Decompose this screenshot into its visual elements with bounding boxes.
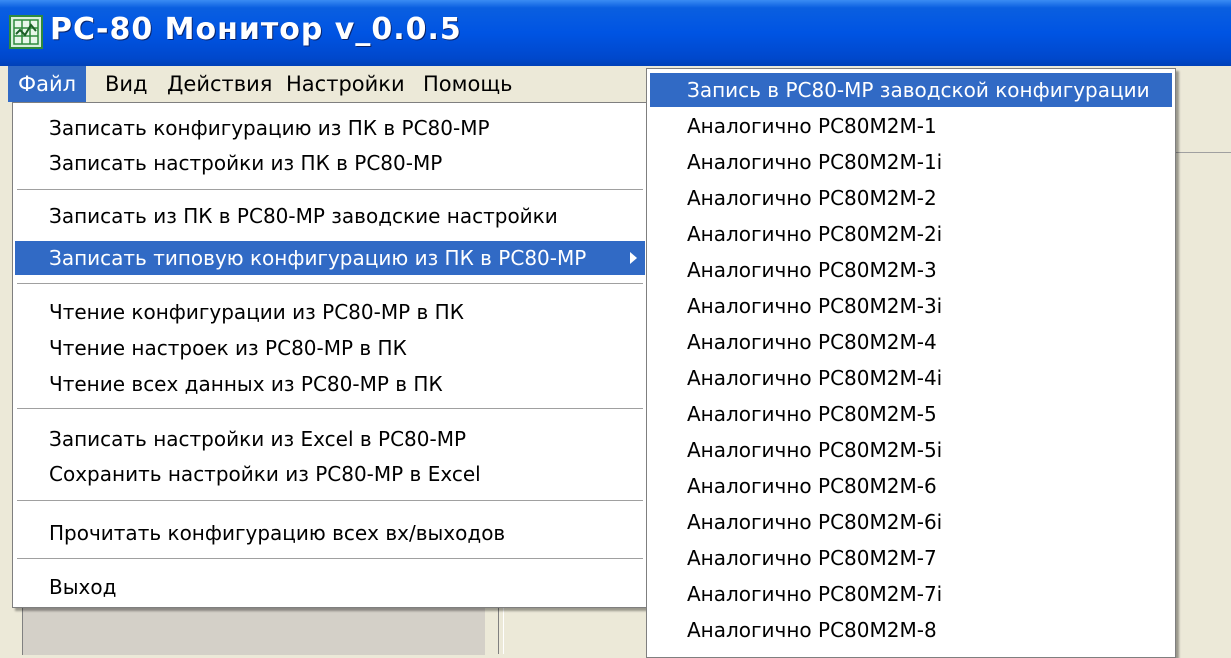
menu-separator: [17, 558, 643, 559]
submenu-item[interactable]: Аналогично РС80М2М-1i: [650, 145, 1172, 179]
menu-item-write-typical-config[interactable]: Записать типовую конфигурацию из ПК в РС…: [15, 241, 645, 275]
menu-item-import-excel[interactable]: Записать настройки из Excel в РС80-МР: [15, 422, 645, 456]
menu-help[interactable]: Помощь: [413, 66, 523, 102]
submenu-item[interactable]: Аналогично РС80М2М-5: [650, 397, 1172, 431]
submenu-item[interactable]: Аналогично РС80М2М-4: [650, 325, 1172, 359]
menu-view[interactable]: Вид: [95, 66, 158, 102]
submenu-item[interactable]: Аналогично РС80М2М-2: [650, 181, 1172, 215]
menu-item-write-config[interactable]: Записать конфигурацию из ПК в РС80-МР: [15, 111, 645, 145]
menu-separator: [17, 408, 643, 409]
submenu-item[interactable]: Аналогично РС80М2М-3i: [650, 289, 1172, 323]
title-bar[interactable]: РС-80 Монитор v_0.0.5: [0, 0, 1231, 66]
menu-item-read-io-config[interactable]: Прочитать конфигурацию всех вх/выходов: [15, 516, 645, 550]
submenu-item[interactable]: Аналогично РС80М2М-6i: [650, 505, 1172, 539]
submenu-item[interactable]: Аналогично РС80М2М-2i: [650, 217, 1172, 251]
menu-item-exit[interactable]: Выход: [15, 570, 645, 604]
typical-config-submenu: Запись в РС80-МР заводской конфигурации …: [646, 68, 1176, 658]
menu-item-read-config[interactable]: Чтение конфигурации из РС80-МР в ПК: [15, 295, 645, 329]
file-menu-dropdown: Записать конфигурацию из ПК в РС80-МР За…: [12, 102, 648, 608]
menu-settings[interactable]: Настройки: [276, 66, 415, 102]
background-toolbar-frame: [1175, 102, 1231, 153]
menu-item-read-settings[interactable]: Чтение настроек из РС80-МР в ПК: [15, 331, 645, 365]
menu-item-write-settings[interactable]: Записать настройки из ПК в РС80-МР: [15, 146, 645, 180]
menu-actions[interactable]: Действия: [157, 66, 282, 102]
submenu-item[interactable]: Аналогично РС80М2М-7: [650, 541, 1172, 575]
submenu-item[interactable]: Аналогично РС80М2М-5i: [650, 433, 1172, 467]
submenu-item[interactable]: Аналогично РС80М2М-1: [650, 109, 1172, 143]
menu-item-write-factory-settings[interactable]: Записать из ПК в РС80-МР заводские настр…: [15, 199, 645, 233]
panel-splitter[interactable]: [498, 604, 504, 654]
menu-item-export-excel[interactable]: Сохранить настройки из РС80-МР в Excel: [15, 457, 645, 491]
menu-file[interactable]: Файл: [8, 66, 87, 102]
background-panel: [22, 604, 485, 655]
window-title: РС-80 Монитор v_0.0.5: [50, 12, 462, 47]
menu-separator: [17, 189, 643, 190]
menu-separator: [17, 500, 643, 501]
submenu-item[interactable]: Аналогично РС80М2М-7i: [650, 577, 1172, 611]
submenu-item[interactable]: Аналогично РС80М2М-8: [650, 613, 1172, 647]
submenu-item[interactable]: Аналогично РС80М2М-6: [650, 469, 1172, 503]
menu-separator: [17, 283, 643, 284]
submenu-item[interactable]: Аналогично РС80М2М-3: [650, 253, 1172, 287]
submenu-item[interactable]: Аналогично РС80М2М-4i: [650, 361, 1172, 395]
menu-item-read-all-data[interactable]: Чтение всех данных из РС80-МР в ПК: [15, 367, 645, 401]
submenu-item-factory-config[interactable]: Запись в РС80-МР заводской конфигурации: [650, 73, 1172, 107]
submenu-arrow-icon: [630, 252, 637, 264]
grid-app-icon[interactable]: [9, 15, 43, 49]
